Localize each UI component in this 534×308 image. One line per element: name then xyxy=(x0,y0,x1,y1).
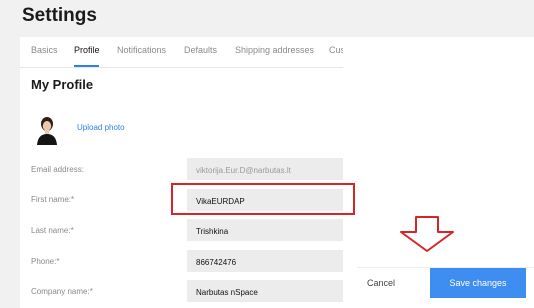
tab-bar: Basics Profile Notifications Defaults Sh… xyxy=(20,37,373,68)
tab-shipping-addresses[interactable]: Shipping addresses xyxy=(235,45,314,55)
avatar[interactable] xyxy=(34,115,60,145)
tab-notifications[interactable]: Notifications xyxy=(117,45,166,55)
phone-label: Phone:* xyxy=(31,257,60,266)
tab-profile[interactable]: Profile xyxy=(74,45,100,55)
tabs-divider xyxy=(20,67,343,68)
first-name-label: First name:* xyxy=(31,195,75,204)
page-title: Settings xyxy=(22,5,97,26)
down-arrow-icon xyxy=(400,216,454,252)
email-field: viktorija.Eur.D@narbutas.lt xyxy=(187,158,343,180)
email-label: Email address: xyxy=(31,165,84,174)
tab-basics[interactable]: Basics xyxy=(31,45,58,55)
company-name-input[interactable]: Narbutas nSpace xyxy=(187,280,343,302)
section-title: My Profile xyxy=(31,77,94,92)
upload-photo-link[interactable]: Upload photo xyxy=(77,123,125,132)
tab-defaults[interactable]: Defaults xyxy=(184,45,217,55)
last-name-input[interactable]: Trishkina xyxy=(187,219,343,241)
cancel-button[interactable]: Cancel xyxy=(367,278,395,288)
company-name-label: Company name:* xyxy=(31,287,93,296)
save-changes-button[interactable]: Save changes xyxy=(430,268,526,298)
last-name-label: Last name:* xyxy=(31,226,74,235)
highlight-box xyxy=(171,183,355,215)
settings-card: Basics Profile Notifications Defaults Sh… xyxy=(20,37,373,308)
phone-input[interactable]: 866742476 xyxy=(187,250,343,272)
